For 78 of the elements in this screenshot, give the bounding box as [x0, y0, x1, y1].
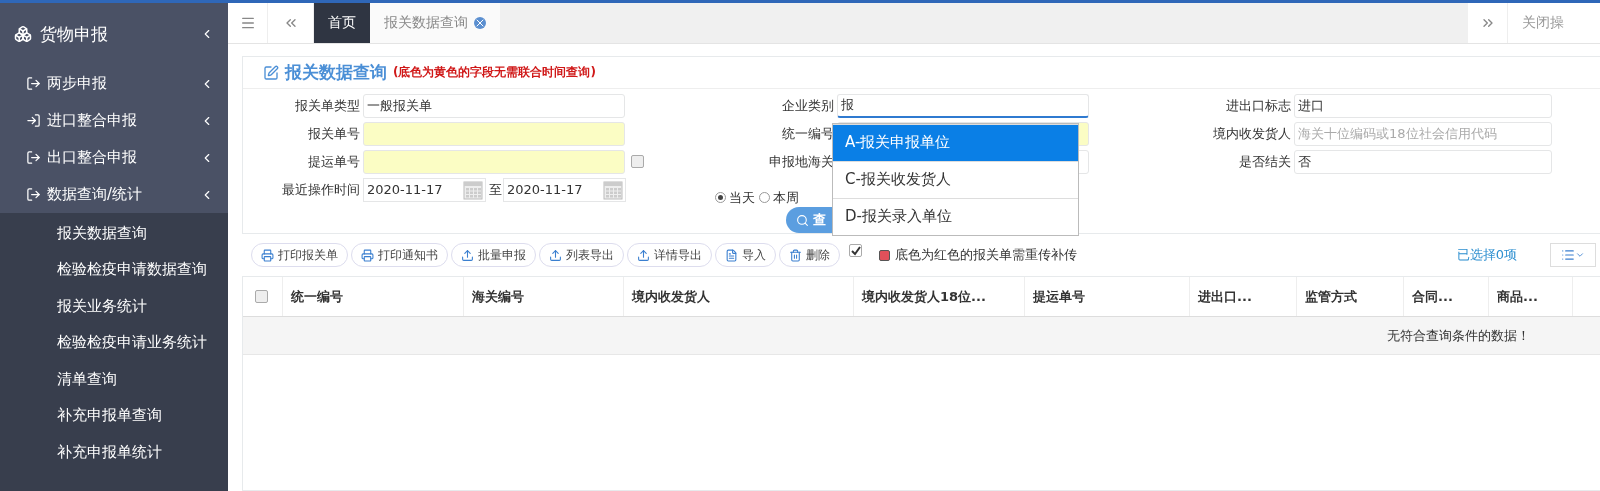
logout-icon — [26, 187, 41, 202]
input-field[interactable] — [363, 149, 625, 174]
dropdown-option[interactable]: A-报关申报单位 — [833, 123, 1078, 161]
input-field[interactable]: 报 — [837, 93, 1089, 118]
caret-icon — [1575, 250, 1585, 260]
radio-button[interactable] — [759, 192, 770, 203]
printer-icon — [361, 248, 374, 262]
column-header[interactable]: 海关编号 — [464, 277, 624, 316]
input-field[interactable]: 一般报关单 — [363, 93, 625, 118]
search-icon — [796, 213, 809, 227]
legend-text: 底色为红色的报关单需重传补传 — [895, 246, 1077, 264]
sidebar-item[interactable]: 补充申报单查询 — [0, 397, 228, 434]
check-icon — [850, 245, 861, 256]
sidebar-group[interactable]: 数据查询/统计 — [47, 185, 194, 204]
radio-button[interactable] — [715, 192, 726, 203]
field-label: 是否结关 — [1238, 152, 1292, 171]
list-icon — [1561, 248, 1575, 262]
sidebar-item[interactable]: 检验检疫申请数据查询 — [0, 251, 228, 288]
trash-icon — [789, 248, 802, 262]
printer-icon — [261, 248, 274, 262]
date-field[interactable]: 2020-11-17 — [503, 177, 626, 202]
calendar-icon[interactable] — [603, 179, 623, 200]
column-header[interactable]: 提运单号 — [1025, 277, 1190, 316]
sidebar-title[interactable]: 货物申报 — [40, 22, 192, 46]
panel-note: (底色为黄色的字段无需联合时间查询) — [393, 64, 596, 81]
login-icon — [26, 113, 41, 128]
field-label: 最近操作时间 — [281, 180, 361, 199]
input-field[interactable] — [363, 121, 625, 146]
sidebar-item[interactable]: 报关业务统计 — [0, 288, 228, 325]
input-field[interactable]: 否 — [1294, 149, 1552, 174]
tab[interactable]: 首页 — [314, 3, 370, 43]
field-label: 企业类别 — [781, 96, 835, 115]
tab[interactable]: 报关数据查询 — [370, 3, 500, 43]
panel-title: 报关数据查询 — [285, 61, 387, 84]
sidebar-group[interactable]: 两步申报 — [47, 74, 194, 93]
file-icon — [725, 248, 738, 262]
input-field[interactable]: 进口 — [1294, 93, 1552, 118]
upload-icon — [461, 248, 474, 262]
sidebar-group[interactable]: 进口整合申报 — [47, 111, 194, 130]
legend-swatch — [879, 249, 890, 261]
field-label: 报关单类型 — [294, 96, 361, 115]
boxes-icon — [14, 25, 32, 43]
sidebar-item[interactable]: 报关数据查询 — [0, 215, 228, 252]
field-label: 境内收发货人 — [1212, 124, 1292, 143]
date-field[interactable]: 2020-11-17 — [363, 177, 486, 202]
range-separator: 至 — [488, 180, 503, 199]
sidebar-item[interactable]: 补充申报单统计 — [0, 434, 228, 471]
selected-count: 已选择0项 — [1456, 246, 1517, 264]
logout-icon — [26, 150, 41, 165]
empty-message: 无符合查询条件的数据！ — [1387, 326, 1530, 345]
field-label: 进出口标志 — [1225, 96, 1292, 115]
column-header[interactable]: 进出口... — [1190, 277, 1297, 316]
sidebar-item[interactable]: 检验检疫申请业务统计 — [0, 324, 228, 361]
column-header[interactable]: 监管方式 — [1297, 277, 1404, 316]
column-header[interactable]: 商品... — [1489, 277, 1573, 316]
calendar-icon[interactable] — [463, 179, 483, 200]
close-icon[interactable] — [474, 17, 486, 29]
sidebar-group[interactable]: 出口整合申报 — [47, 148, 194, 167]
column-header[interactable]: 合同... — [1404, 277, 1489, 316]
checkbox[interactable] — [255, 290, 268, 303]
sidebar-item[interactable]: 清单查询 — [0, 361, 228, 398]
field-label: 报关单号 — [307, 124, 361, 143]
field-label: 申报地海关 — [768, 152, 835, 171]
menu-icon[interactable] — [239, 15, 256, 31]
column-header[interactable]: 境内收发货人18位... — [854, 277, 1025, 316]
checkbox[interactable] — [849, 244, 862, 257]
edit-icon — [263, 64, 279, 81]
radio-label: 当天 — [729, 188, 755, 207]
columns-button[interactable] — [1550, 243, 1596, 267]
field-label: 提运单号 — [307, 152, 361, 171]
logout-icon — [26, 76, 41, 91]
checkbox[interactable] — [631, 155, 644, 168]
field-label: 统一编号 — [781, 124, 835, 143]
upload-icon — [637, 248, 650, 262]
upload-icon — [549, 248, 562, 262]
radio-label: 本周 — [773, 188, 799, 207]
column-header[interactable]: 统一编号 — [283, 277, 464, 316]
column-header[interactable]: 境内收发货人 — [624, 277, 854, 316]
